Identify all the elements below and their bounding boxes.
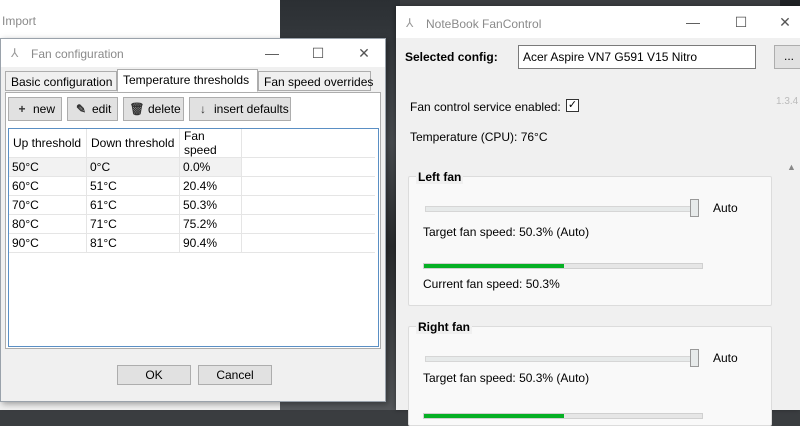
edit-button-label: edit	[92, 102, 112, 116]
cell-down-threshold[interactable]: 81°C	[86, 233, 180, 253]
cell-down-threshold[interactable]: 0°C	[86, 157, 180, 177]
cell-fan-speed[interactable]: 20.4%	[179, 176, 242, 196]
cell-filler	[241, 157, 375, 177]
scroll-up-arrow-icon[interactable]: ▲	[787, 162, 796, 172]
maximize-button[interactable]: ☐	[301, 43, 335, 63]
cell-up-threshold[interactable]: 60°C	[9, 176, 87, 196]
trash-icon: 🗑	[129, 102, 145, 116]
left-fan-auto-label: Auto	[713, 201, 738, 215]
new-button[interactable]: + new	[8, 97, 62, 121]
cell-up-threshold[interactable]: 50°C	[9, 157, 87, 177]
right-fan-slider-thumb[interactable]	[690, 349, 699, 367]
notebook-fancontrol-window: ⅄ NoteBook FanControl — ☐ ✕ Selected con…	[396, 6, 800, 426]
service-enabled-label: Fan control service enabled:	[410, 100, 561, 114]
version-label: 1.3.4	[776, 96, 799, 107]
table-row[interactable]: 90°C 81°C 90.4%	[9, 233, 375, 253]
cancel-button[interactable]: Cancel	[198, 365, 272, 385]
right-fan-group: Right fan Auto Target fan speed: 50.3% (…	[408, 320, 772, 426]
column-header-fan-speed[interactable]: Fan speed	[179, 129, 242, 158]
app-fan-icon: ⅄	[11, 46, 19, 60]
cell-fan-speed[interactable]: 75.2%	[179, 214, 242, 234]
left-fan-progress	[423, 263, 703, 269]
cell-fan-speed[interactable]: 90.4%	[179, 233, 242, 253]
table-row[interactable]: 80°C 71°C 75.2%	[9, 214, 375, 234]
column-header-down-threshold[interactable]: Down threshold	[86, 129, 180, 158]
tab-temperature-thresholds[interactable]: Temperature thresholds	[117, 69, 258, 92]
right-fan-progress-fill	[424, 414, 564, 418]
cell-down-threshold[interactable]: 71°C	[86, 214, 180, 234]
left-fan-current-speed: Current fan speed: 50.3%	[423, 277, 560, 291]
import-title: Import	[2, 14, 37, 28]
close-button[interactable]: ✕	[768, 12, 800, 32]
app-fan-icon: ⅄	[406, 16, 414, 30]
cell-fan-speed[interactable]: 50.3%	[179, 195, 242, 215]
right-fan-target-speed: Target fan speed: 50.3% (Auto)	[423, 371, 590, 385]
delete-button-label: delete	[148, 102, 181, 116]
edit-button[interactable]: ✎ edit	[67, 97, 118, 121]
table-header-row: Up threshold Down threshold Fan speed	[9, 129, 375, 158]
close-button[interactable]: ✕	[347, 43, 381, 63]
pencil-icon: ✎	[75, 102, 87, 116]
temperature-thresholds-panel: + new ✎ edit 🗑 delete ↓ insert defaults Up t…	[5, 92, 381, 349]
cell-fan-speed[interactable]: 0.0%	[179, 157, 242, 177]
maximize-button[interactable]: ☐	[724, 12, 758, 32]
right-fan-slider[interactable]	[425, 349, 699, 367]
cell-filler	[241, 214, 375, 234]
selected-config-field[interactable]: Acer Aspire VN7 G591 V15 Nitro	[518, 45, 756, 69]
fan-config-title: Fan configuration	[31, 47, 124, 61]
cell-up-threshold[interactable]: 90°C	[9, 233, 87, 253]
tab-fan-speed-overrides[interactable]: Fan speed overrides	[258, 71, 373, 91]
left-fan-title: Left fan	[416, 170, 464, 184]
selected-config-label: Selected config:	[405, 50, 498, 64]
table-row[interactable]: 50°C 0°C 0.0%	[9, 157, 375, 177]
nbfc-title-bar[interactable]: ⅄ NoteBook FanControl — ☐ ✕	[396, 6, 800, 38]
arrow-down-icon: ↓	[200, 102, 206, 116]
right-fan-auto-label: Auto	[713, 351, 738, 365]
minimize-button[interactable]: —	[255, 43, 289, 63]
browse-config-button[interactable]: ...	[774, 45, 800, 69]
column-header-filler	[241, 129, 375, 158]
temperature-readout: Temperature (CPU): 76°C	[410, 130, 548, 144]
left-fan-slider[interactable]	[425, 199, 699, 217]
tab-basic-configuration[interactable]: Basic configuration	[5, 71, 117, 91]
plus-icon: +	[18, 102, 26, 116]
cell-filler	[241, 233, 375, 253]
left-fan-progress-fill	[424, 264, 564, 268]
right-fan-progress	[423, 413, 703, 419]
insert-defaults-label: insert defaults	[214, 102, 289, 116]
thresholds-table: Up threshold Down threshold Fan speed 50…	[9, 129, 375, 253]
delete-button[interactable]: 🗑 delete	[123, 97, 184, 121]
nbfc-body: Selected config: Acer Aspire VN7 G591 V1…	[396, 38, 800, 426]
service-enabled-checkbox[interactable]: ✓	[566, 99, 579, 112]
right-fan-title: Right fan	[416, 320, 472, 334]
cell-down-threshold[interactable]: 61°C	[86, 195, 180, 215]
left-fan-target-speed: Target fan speed: 50.3% (Auto)	[423, 225, 590, 239]
nbfc-title: NoteBook FanControl	[426, 17, 542, 31]
ok-button[interactable]: OK	[117, 365, 191, 385]
left-fan-group: Left fan Auto Target fan speed: 50.3% (A…	[408, 170, 772, 306]
cell-up-threshold[interactable]: 70°C	[9, 195, 87, 215]
table-row[interactable]: 60°C 51°C 20.4%	[9, 176, 375, 196]
left-fan-slider-thumb[interactable]	[690, 199, 699, 217]
insert-defaults-button[interactable]: ↓ insert defaults	[189, 97, 291, 121]
cell-down-threshold[interactable]: 51°C	[86, 176, 180, 196]
cell-up-threshold[interactable]: 80°C	[9, 214, 87, 234]
thresholds-grid[interactable]: Up threshold Down threshold Fan speed 50…	[8, 128, 379, 347]
fan-config-title-bar[interactable]: ⅄ Fan configuration — ☐ ✕	[1, 39, 385, 67]
cell-filler	[241, 176, 375, 196]
minimize-button[interactable]: —	[676, 12, 710, 32]
cell-filler	[241, 195, 375, 215]
new-button-label: new	[33, 102, 56, 116]
column-header-up-threshold[interactable]: Up threshold	[9, 129, 87, 158]
checkmark-icon: ✓	[567, 99, 578, 111]
fan-configuration-window: ⅄ Fan configuration — ☐ ✕ Basic configur…	[0, 38, 386, 402]
vertical-scrollbar[interactable]: ▲	[784, 158, 800, 410]
import-title-bar[interactable]: Import	[0, 0, 280, 41]
table-row[interactable]: 70°C 61°C 50.3%	[9, 195, 375, 215]
